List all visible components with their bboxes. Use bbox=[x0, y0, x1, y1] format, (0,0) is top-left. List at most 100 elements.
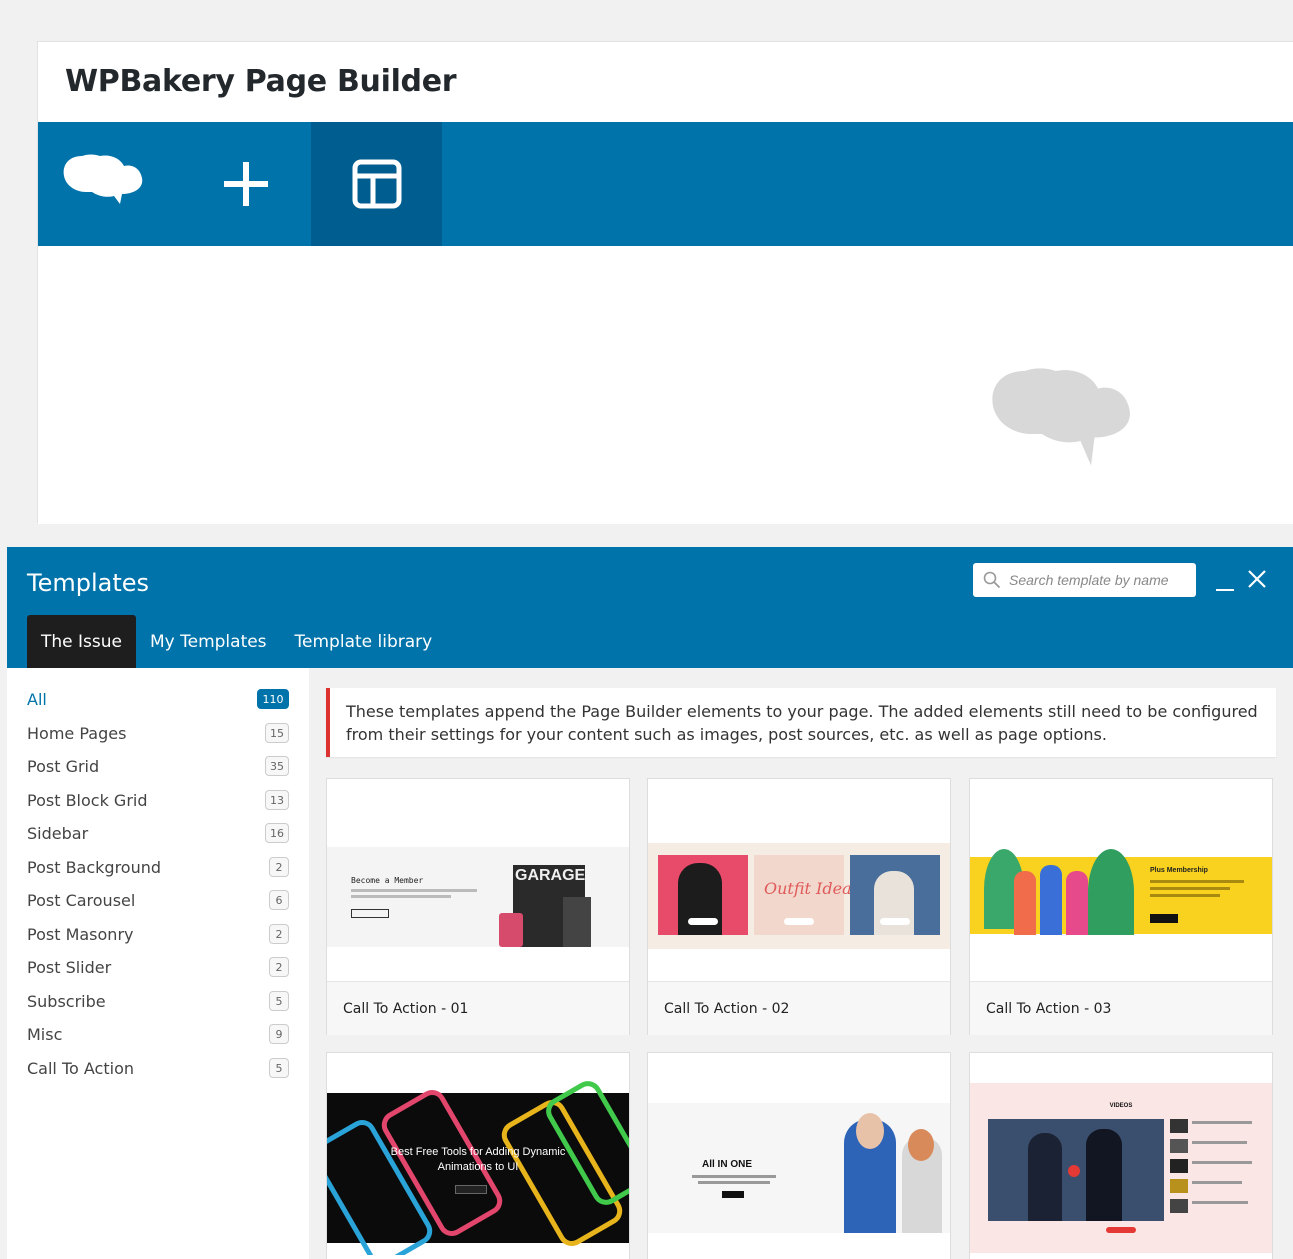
template-thumbnail: VIDEOS bbox=[970, 1053, 1272, 1255]
thumbnail-text-line bbox=[698, 1181, 770, 1184]
template-thumbnail: Become a Member GARAGE bbox=[327, 779, 629, 981]
template-card-title: Call To Action - 01 bbox=[327, 981, 629, 1035]
category-all[interactable]: All 110 bbox=[27, 687, 289, 711]
template-card[interactable]: Outfit Ideas Call To Action - 02 bbox=[647, 778, 951, 1035]
layout-template-icon bbox=[352, 159, 401, 209]
thumbnail-text-line bbox=[1150, 887, 1230, 890]
add-element-button[interactable] bbox=[180, 122, 311, 246]
category-label: Post Background bbox=[27, 857, 162, 877]
thumbnail-list-thumb bbox=[1170, 1139, 1188, 1153]
template-thumbnail: Plus Membership bbox=[970, 779, 1272, 981]
thumbnail-figure bbox=[1028, 1133, 1062, 1221]
tab-my-templates[interactable]: My Templates bbox=[136, 615, 281, 668]
thumbnail-button bbox=[722, 1191, 744, 1198]
templates-modal: Templates The Issue My Templates Templat… bbox=[7, 547, 1293, 1259]
thumbnail-text-line bbox=[1192, 1201, 1248, 1204]
category-label: Post Grid bbox=[27, 756, 100, 776]
template-card[interactable]: Become a Member GARAGE Call To Action - … bbox=[326, 778, 630, 1035]
minimize-button[interactable] bbox=[1215, 569, 1235, 593]
category-misc[interactable]: Misc 9 bbox=[27, 1022, 289, 1046]
modal-header: Templates The Issue My Templates Templat… bbox=[7, 547, 1293, 668]
thumbnail-person bbox=[1040, 865, 1062, 935]
thumbnail-person bbox=[1014, 871, 1036, 935]
category-label: Call To Action bbox=[27, 1058, 134, 1078]
category-count-badge: 6 bbox=[269, 890, 289, 910]
category-label: All bbox=[27, 689, 47, 709]
search-box[interactable] bbox=[973, 563, 1196, 597]
category-count-badge: 2 bbox=[269, 857, 289, 877]
category-sidebar: All 110 Home Pages 15 Post Grid 35 Post Blo… bbox=[7, 668, 309, 1259]
category-count-badge: 110 bbox=[257, 689, 289, 709]
thumbnail-text-line bbox=[1192, 1141, 1247, 1144]
thumbnail-text-line bbox=[692, 1175, 776, 1178]
thumbnail-figure bbox=[1086, 1129, 1122, 1221]
page-builder-panel: WPBakery Page Builder bbox=[37, 41, 1293, 524]
thumbnail-tablet bbox=[563, 897, 591, 947]
thumbnail-text-line bbox=[351, 895, 451, 898]
thumbnail-heading: VIDEOS bbox=[1109, 1103, 1133, 1109]
close-button[interactable] bbox=[1247, 569, 1267, 589]
thumbnail-button bbox=[784, 918, 814, 925]
category-subscribe[interactable]: Subscribe 5 bbox=[27, 989, 289, 1013]
thumbnail-text-line bbox=[1150, 894, 1220, 897]
template-thumbnail: Best Free Tools for Adding Dynamic Anima… bbox=[327, 1053, 629, 1255]
template-thumbnail: Outfit Ideas bbox=[648, 779, 950, 981]
template-card[interactable]: All IN ONE bbox=[647, 1052, 951, 1259]
category-label: Post Slider bbox=[27, 957, 112, 977]
thumbnail-button bbox=[1150, 914, 1178, 923]
close-icon bbox=[1248, 570, 1266, 588]
thumbnail-text-line bbox=[1150, 880, 1244, 883]
page-background-strip bbox=[0, 0, 8, 523]
chef-hat-watermark-icon bbox=[992, 368, 1130, 466]
thumbnail-list-thumb bbox=[1170, 1179, 1188, 1193]
thumbnail-heading: All IN ONE bbox=[702, 1159, 753, 1170]
category-label: Post Carousel bbox=[27, 890, 136, 910]
category-count-badge: 2 bbox=[269, 957, 289, 977]
chef-hat-button[interactable] bbox=[38, 122, 169, 246]
tab-template-library[interactable]: Template library bbox=[281, 615, 447, 668]
category-count-badge: 16 bbox=[265, 823, 289, 843]
plus-icon bbox=[223, 162, 268, 206]
category-count-badge: 35 bbox=[265, 756, 289, 776]
search-input[interactable] bbox=[1009, 572, 1189, 588]
category-home-pages[interactable]: Home Pages 15 bbox=[27, 721, 289, 745]
minimize-icon bbox=[1216, 589, 1234, 591]
thumbnail-phone bbox=[499, 913, 523, 947]
thumbnail-person bbox=[1066, 871, 1088, 935]
modal-tabs: The Issue My Templates Template library bbox=[27, 615, 446, 668]
category-label: Post Block Grid bbox=[27, 790, 148, 810]
category-post-slider[interactable]: Post Slider 2 bbox=[27, 955, 289, 979]
thumbnail-list-thumb bbox=[1170, 1119, 1188, 1133]
thumbnail-plant bbox=[1088, 849, 1134, 935]
template-card[interactable]: VIDEOS bbox=[969, 1052, 1273, 1259]
category-post-masonry[interactable]: Post Masonry 2 bbox=[27, 922, 289, 946]
category-count-badge: 5 bbox=[269, 991, 289, 1011]
thumbnail-play-icon bbox=[1068, 1165, 1080, 1177]
thumbnail-brand: GARAGE bbox=[515, 867, 586, 884]
category-post-grid[interactable]: Post Grid 35 bbox=[27, 754, 289, 778]
thumbnail-button bbox=[351, 909, 389, 918]
category-post-carousel[interactable]: Post Carousel 6 bbox=[27, 888, 289, 912]
category-post-block-grid[interactable]: Post Block Grid 13 bbox=[27, 788, 289, 812]
template-card[interactable]: Plus Membership Call To Action - 03 bbox=[969, 778, 1273, 1035]
thumbnail-button bbox=[688, 918, 718, 925]
template-card-title: Call To Action - 02 bbox=[648, 981, 950, 1035]
modal-body: All 110 Home Pages 15 Post Grid 35 Post Blo… bbox=[7, 668, 1293, 1259]
search-icon bbox=[983, 571, 1001, 589]
category-sidebar[interactable]: Sidebar 16 bbox=[27, 821, 289, 845]
category-label: Sidebar bbox=[27, 823, 89, 843]
category-count-badge: 9 bbox=[269, 1024, 289, 1044]
category-call-to-action[interactable]: Call To Action 5 bbox=[27, 1056, 289, 1080]
thumbnail-text-line bbox=[351, 889, 477, 892]
category-post-background[interactable]: Post Background 2 bbox=[27, 855, 289, 879]
templates-button[interactable] bbox=[311, 122, 442, 246]
thumbnail-text-line bbox=[1192, 1161, 1252, 1164]
builder-toolbar bbox=[38, 122, 1293, 246]
thumbnail-button bbox=[880, 918, 910, 925]
thumbnail-heading: Outfit Ideas bbox=[764, 879, 860, 898]
template-card[interactable]: Best Free Tools for Adding Dynamic Anima… bbox=[326, 1052, 630, 1259]
thumbnail-heading: Plus Membership bbox=[1150, 867, 1208, 874]
thumbnail-face bbox=[908, 1129, 934, 1161]
thumbnail-button bbox=[455, 1185, 487, 1194]
tab-the-issue[interactable]: The Issue bbox=[27, 615, 136, 668]
